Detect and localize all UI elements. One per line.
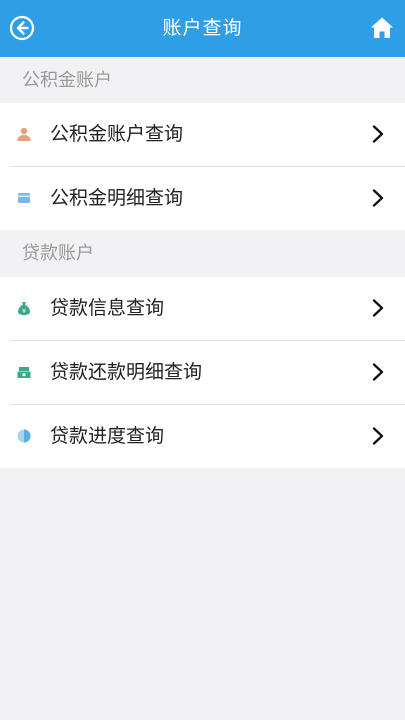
list-item-label: 贷款进度查询 — [50, 425, 165, 447]
section-header-loan-account: 贷款账户 — [0, 232, 405, 276]
app-header: 账户查询 — [0, 0, 405, 57]
section-title: 贷款账户 — [22, 243, 94, 264]
loan-account-group: ¥ 贷款信息查询 贷款还款明细查询 贷款进度查询 — [0, 277, 405, 468]
list-item-loan-progress-query[interactable]: 贷款进度查询 — [0, 405, 405, 468]
cash-icon — [17, 367, 31, 378]
housing-fund-group: 公积金账户查询 公积金明细查询 — [0, 103, 405, 230]
section-header-housing-fund: 公积金账户 — [0, 59, 405, 103]
progress-pie-icon — [17, 429, 31, 443]
list-item-label: 公积金账户查询 — [50, 123, 184, 145]
list-item-fund-detail-query[interactable]: 公积金明细查询 — [0, 167, 405, 230]
list-item-loan-info-query[interactable]: ¥ 贷款信息查询 — [0, 277, 405, 340]
chevron-right-icon — [372, 125, 384, 143]
person-icon — [17, 127, 31, 141]
list-item-fund-account-query[interactable]: 公积金账户查询 — [0, 103, 405, 166]
chevron-right-icon — [372, 189, 384, 207]
home-icon — [371, 17, 393, 38]
chevron-right-icon — [372, 363, 384, 381]
card-icon — [18, 193, 30, 203]
list-item-label: 贷款还款明细查询 — [50, 361, 203, 383]
home-button[interactable] — [369, 15, 395, 41]
list-item-label: 贷款信息查询 — [50, 297, 165, 319]
money-bag-icon: ¥ — [18, 302, 30, 315]
page-title: 账户查询 — [162, 17, 243, 39]
chevron-right-icon — [372, 299, 384, 317]
list-item-label: 公积金明细查询 — [50, 187, 184, 209]
chevron-right-icon — [372, 427, 384, 445]
list-item-loan-repayment-detail-query[interactable]: 贷款还款明细查询 — [0, 341, 405, 404]
section-title: 公积金账户 — [22, 70, 112, 91]
svg-text:¥: ¥ — [22, 308, 26, 315]
